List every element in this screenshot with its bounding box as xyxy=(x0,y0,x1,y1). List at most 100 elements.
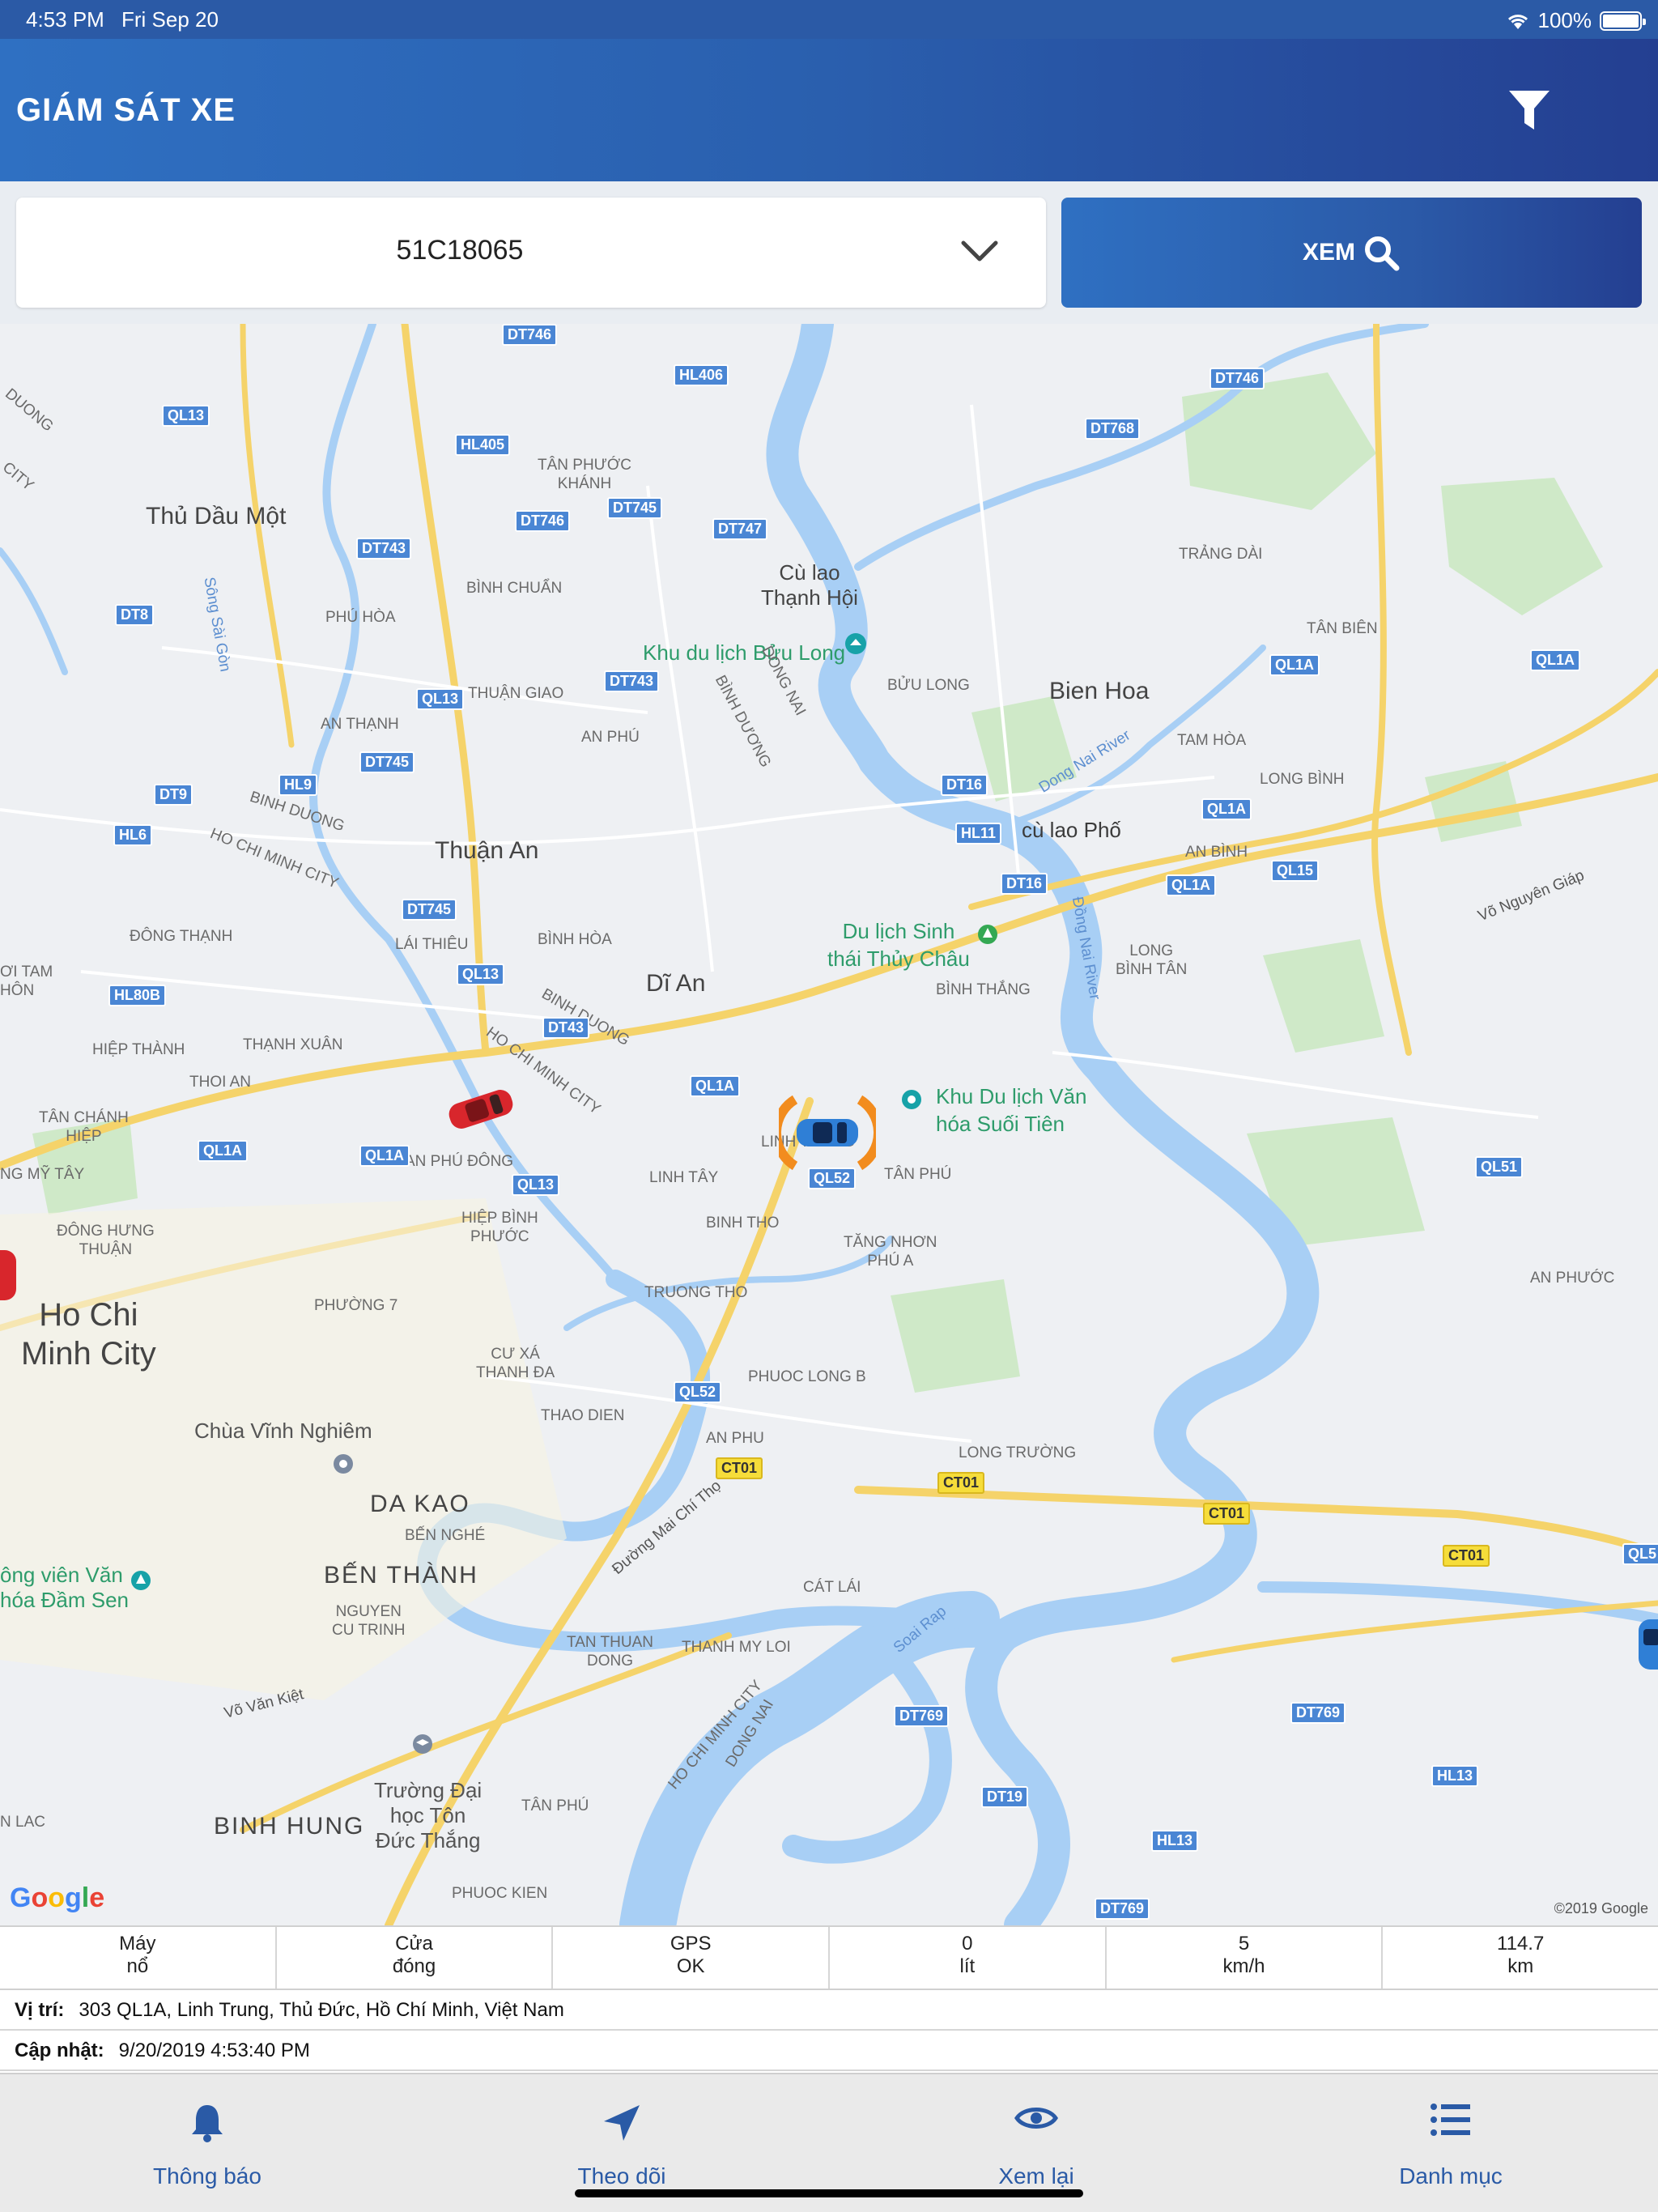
route-shield-expressway: CT01 xyxy=(716,1457,763,1479)
chevron-down-icon xyxy=(961,240,998,262)
map-label-ben-thanh: BẾN THÀNH xyxy=(324,1562,478,1589)
route-shield: QL1A xyxy=(1201,798,1252,820)
map-label-district: THẠNH XUÂN xyxy=(243,1036,343,1053)
route-shield: QL1A xyxy=(359,1145,410,1167)
route-shield: QL1A xyxy=(198,1140,249,1162)
stat-gps-label: GPS xyxy=(670,1933,712,1955)
route-shield: QL51 xyxy=(1475,1156,1524,1178)
map-label-district: BỬU LONG xyxy=(887,677,970,694)
map-label-district: TÂN PHƯỚC KHÁNH xyxy=(538,457,631,492)
stat-engine-label: Máy xyxy=(119,1933,156,1955)
map-label-district: AN THẠNH xyxy=(321,716,399,733)
tab-notifications[interactable]: Thông báo xyxy=(0,2074,414,2189)
status-right: 100% xyxy=(1506,8,1646,33)
route-shield: QL13 xyxy=(416,688,465,710)
tab-notifications-label: Thông báo xyxy=(153,2163,261,2189)
tab-replay-label: Xem lại xyxy=(998,2163,1074,2189)
map-label-di-an: Dĩ An xyxy=(646,970,706,997)
map-label-poi: Khu Du lịch Văn hóa Suối Tiên xyxy=(936,1084,1087,1136)
tourism-pin-icon[interactable] xyxy=(900,1088,923,1114)
route-shield: DT16 xyxy=(941,774,988,796)
tab-catalog[interactable]: Danh mục xyxy=(1244,2074,1658,2189)
map-label-district: THUẬN GIAO xyxy=(468,685,564,702)
route-shield: DT9 xyxy=(154,784,193,806)
park-pin-icon[interactable] xyxy=(130,1569,152,1595)
route-shield: DT769 xyxy=(1290,1702,1346,1724)
map-label-district: AN PHƯỚC xyxy=(1530,1270,1615,1287)
selected-car-marker[interactable] xyxy=(779,1088,876,1177)
map-label-district: TÂN CHÁNH HIỆP xyxy=(39,1109,129,1145)
route-shield: HL405 xyxy=(455,434,511,456)
filter-icon[interactable] xyxy=(1507,89,1551,131)
map-label-district: THOI AN xyxy=(189,1074,252,1091)
tab-track-label: Theo dõi xyxy=(577,2163,666,2189)
school-pin-icon[interactable] xyxy=(411,1733,434,1759)
map-label-district: LONG BÌNH xyxy=(1260,771,1345,788)
map-label-cu-lao-pho: cù lao Phố xyxy=(1022,818,1121,842)
red-car-marker-edge[interactable] xyxy=(0,1247,21,1304)
route-shield: DT746 xyxy=(515,510,571,532)
map-label-district: CÁT LÁI xyxy=(803,1579,861,1596)
park-pin-icon[interactable] xyxy=(976,923,999,949)
updated-value: 9/20/2019 4:53:40 PM xyxy=(118,2040,310,2061)
map-label-district: NG MỸ TÂY xyxy=(0,1166,85,1183)
route-shield: DT746 xyxy=(502,324,558,346)
map-label-district: ƠI TAM HÔN xyxy=(0,963,53,999)
map-label-district: CƯ XÁ THANH ĐA xyxy=(476,1346,555,1381)
selected-vehicle: 51C18065 xyxy=(396,235,524,266)
temple-pin-icon[interactable] xyxy=(332,1453,355,1478)
map-label-district: NGUYEN CU TRINH xyxy=(332,1603,406,1639)
map-label-district: PHUOC KIEN xyxy=(452,1885,548,1902)
route-shield: DT768 xyxy=(1085,418,1141,440)
map-label-district: ĐÔNG THẠNH xyxy=(130,928,233,945)
map-label-district: TĂNG NHƠN PHÚ A xyxy=(844,1234,937,1270)
map-label-district: LINH TÂY xyxy=(649,1169,719,1186)
battery-percent: 100% xyxy=(1537,8,1592,32)
updated-row: Cập nhật: 9/20/2019 4:53:40 PM xyxy=(0,2031,1658,2071)
map-label-district: TÂN PHÚ xyxy=(521,1797,589,1814)
stat-speed: 5 km/h xyxy=(1107,1927,1384,1989)
stat-fuel-unit: lít xyxy=(959,1955,976,1977)
vehicle-stats: Máy nổ Cửa đóng GPS OK 0 lít 5 km/h 114.7 km xyxy=(0,1925,1658,1990)
map-view[interactable]: Thủ Dầu Một Thuận An Dĩ An Bien Hoa Ho C… xyxy=(0,324,1658,1925)
route-shield: QL13 xyxy=(512,1174,560,1196)
route-shield-expressway: CT01 xyxy=(1203,1503,1251,1525)
map-label-district: TRẢNG DÀI xyxy=(1179,546,1263,563)
map-label-district: LONG BÌNH TÂN xyxy=(1116,942,1188,978)
route-shield: DT16 xyxy=(1001,873,1048,895)
stat-door: Cửa đóng xyxy=(277,1927,554,1989)
stat-fuel-value: 0 xyxy=(962,1933,973,1955)
map-label-da-kao: DA KAO xyxy=(370,1491,470,1517)
map-label-district: TAM HÒA xyxy=(1177,732,1247,749)
tourism-pin-icon[interactable] xyxy=(844,632,868,659)
status-time: 4:53 PM xyxy=(26,7,104,32)
stat-door-label: Cửa xyxy=(395,1933,433,1955)
route-shield: HL6 xyxy=(113,824,153,846)
vehicle-select[interactable]: 51C18065 xyxy=(16,198,1046,308)
map-label-district: AN PHU xyxy=(706,1430,764,1447)
stat-speed-unit: km/h xyxy=(1222,1955,1265,1977)
battery-icon xyxy=(1600,11,1646,31)
stat-engine-value: nổ xyxy=(126,1955,149,1977)
map-label-district: TÂN PHÚ xyxy=(884,1166,952,1183)
map-label-district: N LAC xyxy=(0,1814,45,1831)
stat-distance: 114.7 km xyxy=(1383,1927,1658,1989)
map-label-thuan-an: Thuận An xyxy=(435,837,539,864)
location-label: Vị trí: xyxy=(15,1999,65,2021)
map-label-district: ĐÔNG HƯNG THUẬN xyxy=(57,1223,155,1258)
route-shield: DT769 xyxy=(1095,1898,1150,1920)
route-shield: DT19 xyxy=(981,1786,1029,1808)
stat-distance-value: 114.7 xyxy=(1497,1933,1545,1955)
tab-replay[interactable]: Xem lại xyxy=(829,2074,1244,2189)
status-date: Fri Sep 20 xyxy=(121,7,219,32)
home-indicator[interactable] xyxy=(575,2189,1083,2197)
route-shield: HL13 xyxy=(1431,1765,1479,1787)
tab-catalog-label: Danh mục xyxy=(1399,2163,1503,2189)
red-car-marker[interactable] xyxy=(442,1087,520,1132)
blue-car-marker-edge[interactable] xyxy=(1635,1616,1658,1673)
tab-track[interactable]: Theo dõi xyxy=(414,2074,829,2189)
map-label-district: PHƯỜNG 7 xyxy=(314,1297,398,1314)
map-label-district: THAO DIEN xyxy=(541,1407,625,1424)
route-shield: DT8 xyxy=(115,604,155,626)
view-button[interactable]: XEM xyxy=(1061,198,1642,308)
